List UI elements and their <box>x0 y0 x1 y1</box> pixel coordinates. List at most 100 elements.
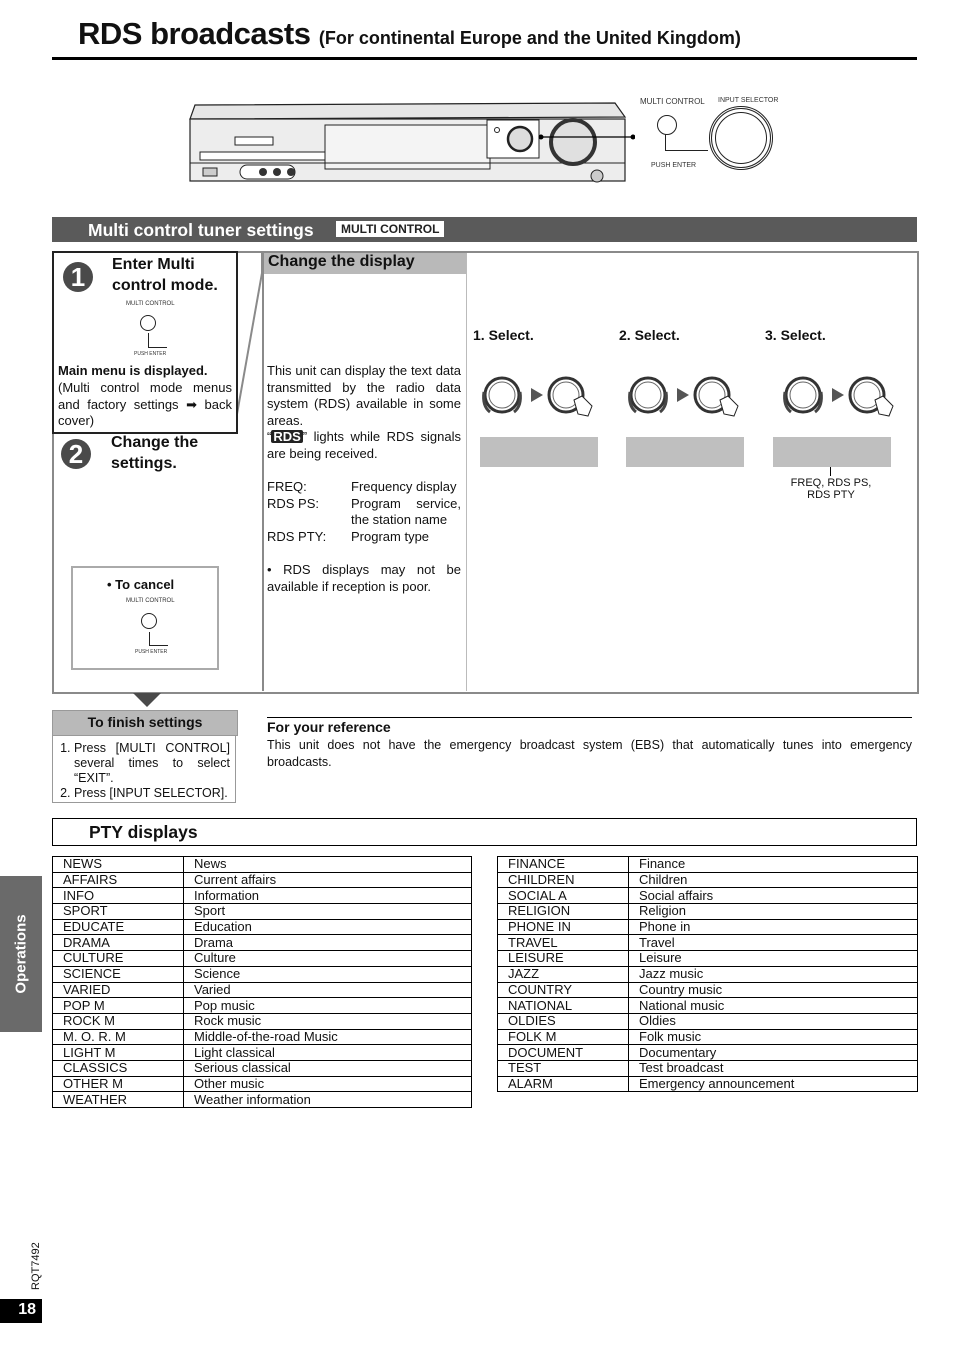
pty-code: PHONE IN <box>497 918 629 936</box>
pty-row: NATIONAL National music <box>497 997 918 1014</box>
step1-box: 1 Enter Multi control mode. MULTI CONTRO… <box>52 251 238 434</box>
pty-row: ROCK M Rock music <box>52 1012 472 1030</box>
pty-row: DRAMA Drama <box>52 934 472 952</box>
change-display-description: This unit can display the text data tran… <box>267 363 461 462</box>
step2-heading-line2: settings. <box>111 455 177 472</box>
rds-description: This unit can display the text data tran… <box>267 363 461 428</box>
pty-code: JAZZ <box>497 965 629 983</box>
pty-header: PTY displays <box>52 818 917 846</box>
pty-row: OTHER M Other music <box>52 1075 472 1093</box>
pty-code: INFO <box>52 887 184 905</box>
display-definitions: FREQ: Frequency display RDS PS: Program … <box>267 479 461 545</box>
select-step-3-label: 3. Select. <box>765 327 826 343</box>
pty-meaning: National music <box>628 997 918 1014</box>
definition-desc: Frequency display <box>351 479 457 494</box>
page-number-text: 18 <box>18 1301 36 1318</box>
pty-meaning: Serious classical <box>183 1059 472 1077</box>
section-header: Multi control tuner settings MULTI CONTR… <box>52 217 917 242</box>
step2-heading-line1: Change the <box>111 434 199 451</box>
pty-code: EDUCATE <box>52 918 184 936</box>
pty-code: NEWS <box>52 856 184 873</box>
definition-desc: Program type <box>351 528 430 544</box>
pty-meaning: Religion <box>628 903 918 920</box>
display-panel-3 <box>773 437 891 467</box>
pty-row: FOLK M Folk music <box>497 1028 918 1046</box>
pty-row: LEISURE Leisure <box>497 950 918 967</box>
side-tab-label: Operations <box>12 914 30 994</box>
step1-heading: Enter Multi control mode. <box>112 254 218 296</box>
receiver-front-panel-illustration <box>189 102 635 183</box>
definition-row: RDS PTY: Program type <box>267 529 461 546</box>
pty-code: LEISURE <box>497 950 629 967</box>
definition-term: FREQ: <box>267 479 307 494</box>
pty-meaning: Leisure <box>628 950 918 967</box>
pty-code: TEST <box>497 1059 629 1077</box>
down-arrow-icon <box>133 693 161 707</box>
definition-row: FREQ: Frequency display <box>267 479 461 496</box>
pty-row: CULTURE Culture <box>52 950 472 967</box>
pty-meaning: Sport <box>183 903 472 920</box>
section-title: Multi control tuner settings <box>88 220 314 240</box>
title-rule <box>52 57 917 60</box>
multi-control-button-icon <box>141 613 157 629</box>
pty-code: CLASSICS <box>52 1059 184 1077</box>
change-display-heading: Change the display <box>268 253 415 270</box>
step1-heading-line1: Enter Multi <box>112 256 195 273</box>
reference-heading: For your reference <box>267 719 391 735</box>
pty-meaning: Travel <box>628 934 918 952</box>
pty-meaning: Documentary <box>628 1044 918 1061</box>
pty-row: AFFAIRS Current affairs <box>52 871 472 889</box>
pty-row: FINANCE Finance <box>497 856 918 873</box>
pty-code: RELIGION <box>497 903 629 920</box>
pty-row: NEWS News <box>52 856 472 873</box>
pty-row: CLASSICS Serious classical <box>52 1059 472 1077</box>
step2-number-icon: 2 <box>61 439 91 469</box>
pty-meaning: Oldies <box>628 1012 918 1030</box>
pty-row: LIGHT M Light classical <box>52 1044 472 1061</box>
finish-step: Press [MULTI CONTROL] several times to s… <box>74 741 230 786</box>
pty-row: DOCUMENT Documentary <box>497 1044 918 1061</box>
pty-row: OLDIES Oldies <box>497 1012 918 1030</box>
pty-meaning: Other music <box>183 1075 472 1093</box>
select-step-2-label: 2. Select. <box>619 327 680 343</box>
pty-meaning: Light classical <box>183 1044 472 1061</box>
turn-then-press-knob-icon <box>628 376 739 417</box>
pty-meaning: Children <box>628 871 918 889</box>
section-side-tab: Operations <box>0 876 42 1032</box>
pty-meaning: Social affairs <box>628 887 918 905</box>
pty-code: FINANCE <box>497 856 629 873</box>
step1-bold-note: Main menu is displayed. <box>58 363 208 378</box>
pty-code: SCIENCE <box>52 965 184 983</box>
pty-code: AFFAIRS <box>52 871 184 889</box>
input-selector-label: INPUT SELECTOR <box>718 97 779 104</box>
pty-row: SOCIAL A Social affairs <box>497 887 918 905</box>
pty-meaning: Pop music <box>183 997 472 1014</box>
display-panel-2 <box>626 437 744 467</box>
push-enter-label: PUSH ENTER <box>135 649 168 655</box>
pty-meaning: Emergency announcement <box>628 1075 918 1093</box>
pty-code: ROCK M <box>52 1012 184 1030</box>
pty-code: OTHER M <box>52 1075 184 1093</box>
pty-row: ALARM Emergency announcement <box>497 1075 918 1093</box>
input-selector-knob-icon <box>709 106 773 170</box>
document-code: RQT7492 <box>30 1242 42 1290</box>
pty-meaning: Jazz music <box>628 965 918 983</box>
pty-row: SCIENCE Science <box>52 965 472 983</box>
pty-row: RELIGION Religion <box>497 903 918 920</box>
pty-row: SPORT Sport <box>52 903 472 920</box>
display-panel-1 <box>480 437 598 467</box>
pty-row: PHONE IN Phone in <box>497 918 918 936</box>
finish-settings-body: Press [MULTI CONTROL] several times to s… <box>52 735 236 803</box>
pty-table-left: NEWS News AFFAIRS Current affairs INFO Inform… <box>52 856 472 1108</box>
step1-heading-line2: control mode. <box>112 277 218 294</box>
definition-desc: Program service, the station name <box>351 495 461 528</box>
pty-meaning: Varied <box>183 981 472 999</box>
pty-row: TEST Test broadcast <box>497 1059 918 1077</box>
pty-code: NATIONAL <box>497 997 629 1014</box>
pty-meaning: Finance <box>628 856 918 873</box>
section-tag: MULTI CONTROL <box>336 221 445 237</box>
reception-bullet: • RDS displays may not be available if r… <box>267 562 461 594</box>
pty-row: COUNTRY Country music <box>497 981 918 999</box>
title-subtitle: (For continental Europe and the United K… <box>318 28 741 48</box>
definition-row: RDS PS: Program service, the station nam… <box>267 496 461 529</box>
